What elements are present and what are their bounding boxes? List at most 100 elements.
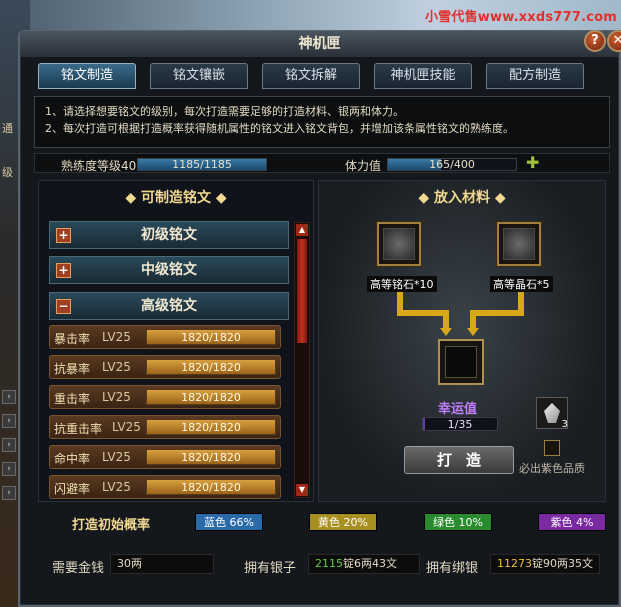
category-basic[interactable]: + 初级铭文	[49, 221, 289, 249]
edge-arrow-button[interactable]: ›	[2, 414, 16, 428]
recipe-name: 重击率	[54, 392, 91, 406]
proficiency-label: 熟练度等级40	[61, 159, 137, 173]
recipe-level: LV25	[102, 330, 131, 344]
recipe-progress-text: 1820/1820	[181, 331, 241, 344]
recipe-progress-text: 1820/1820	[181, 421, 241, 434]
stamina-label: 体力值	[345, 159, 382, 173]
tab-inscription-dismantle[interactable]: 铭文拆解	[262, 63, 360, 89]
luck-text: 1/35	[447, 418, 473, 431]
bound-silver-label: 拥有绑银	[426, 561, 479, 576]
recipe-name: 暴击率	[54, 332, 91, 346]
recipe-name: 命中率	[54, 452, 91, 466]
recipe-level: LV25	[102, 450, 131, 464]
rate-yellow: 黄色 20%	[309, 513, 377, 531]
stamina-progress: 165/400	[387, 158, 517, 171]
help-button[interactable]: ?	[584, 30, 606, 52]
bound-silver-value: 11273锭90两35文	[490, 554, 600, 574]
window-title: 神机匣	[20, 31, 619, 57]
arrow-head-icon	[440, 328, 452, 336]
silver-label: 拥有银子	[244, 561, 297, 576]
category-label: 初级铭文	[141, 227, 197, 243]
crystal-count: 3	[561, 419, 568, 430]
edge-arrow-button[interactable]: ›	[2, 390, 16, 404]
craft-button[interactable]: 打造	[404, 446, 514, 474]
recipe-row[interactable]: 闪避率 LV25 1820/1820	[49, 475, 281, 499]
recipe-progress-text: 1820/1820	[181, 391, 241, 404]
category-advanced[interactable]: − 高级铭文	[49, 292, 289, 320]
arrow-head-icon	[467, 328, 479, 336]
luck-progress: 1/35	[422, 417, 498, 431]
flow-arrow	[470, 310, 524, 316]
collapse-minus-icon[interactable]: −	[56, 299, 71, 314]
material-slot-2[interactable]	[497, 222, 541, 266]
footer-bar: 需要金钱 30两 拥有银子 2115锭6两43文 拥有绑银 11273锭90两3…	[20, 548, 619, 578]
guarantee-purple-checkbox[interactable]	[544, 440, 560, 456]
recipe-progress: 1820/1820	[146, 449, 276, 465]
proficiency-text: 1185/1185	[172, 158, 232, 171]
luck-title: 幸运值	[438, 402, 478, 417]
watermark: 小雪代售www.xxds777.com	[424, 10, 617, 25]
scroll-thumb[interactable]	[297, 239, 307, 343]
scroll-down-icon[interactable]: ▼	[296, 484, 308, 496]
silver-value: 2115锭6两43文	[308, 554, 420, 574]
rate-row: 打造初始概率 蓝色 66% 黄色 20% 绿色 10% 紫色 4%	[38, 510, 610, 534]
recipe-progress-text: 1820/1820	[181, 481, 241, 494]
recipe-level: LV25	[112, 420, 141, 434]
recipe-progress: 1820/1820	[146, 329, 276, 345]
instruction-line: 2、每次打造可根据打造概率获得随机属性的铭文进入铭文背包，并增加该条属性铭文的熟…	[45, 122, 514, 135]
recipe-name: 闪避率	[54, 482, 91, 496]
instruction-line: 1、请选择想要铭文的级别，每次打造需要足够的打造材料、银两和体力。	[45, 105, 404, 118]
proficiency-progress: 1185/1185	[137, 158, 267, 171]
craftable-title: ◆ 可制造铭文 ◆	[125, 190, 227, 206]
recipe-level: LV25	[102, 360, 131, 374]
flow-arrow	[443, 310, 449, 330]
recipe-scrollbar[interactable]: ▲ ▼	[294, 222, 310, 498]
crystal-stone-icon	[503, 228, 535, 260]
recipe-name: 抗暴率	[54, 362, 91, 376]
instructions-box: 1、请选择想要铭文的级别，每次打造需要足够的打造材料、银两和体力。 2、每次打造…	[34, 96, 610, 148]
left-edge-text: 通	[2, 122, 13, 135]
flow-arrow	[397, 310, 447, 316]
recipe-level: LV25	[102, 390, 131, 404]
edge-arrow-button[interactable]: ›	[2, 462, 16, 476]
tab-inscription-inlay[interactable]: 铭文镶嵌	[150, 63, 248, 89]
category-intermediate[interactable]: + 中级铭文	[49, 256, 289, 284]
rate-label: 打造初始概率	[72, 518, 151, 533]
stamina-text: 165/400	[429, 158, 475, 171]
rate-green: 绿色 10%	[424, 513, 492, 531]
money-required-value: 30两	[110, 554, 214, 574]
recipe-progress-text: 1820/1820	[181, 451, 241, 464]
material-2-label: 高等晶石*5	[490, 276, 553, 292]
add-stamina-plus-icon[interactable]: ✚	[526, 155, 539, 171]
expand-plus-icon[interactable]: +	[56, 228, 71, 243]
edge-arrow-button[interactable]: ›	[2, 486, 16, 500]
craftable-panel: ◆ 可制造铭文 ◆ + 初级铭文 + 中级铭文 − 高级铭文 暴击率 LV25 …	[38, 180, 314, 502]
tab-recipe-craft[interactable]: 配方制造	[486, 63, 584, 89]
recipe-row[interactable]: 抗重击率 LV25 1820/1820	[49, 415, 281, 439]
expand-plus-icon[interactable]: +	[56, 263, 71, 278]
recipe-row[interactable]: 暴击率 LV25 1820/1820	[49, 325, 281, 349]
recipe-progress: 1820/1820	[146, 389, 276, 405]
scroll-up-icon[interactable]: ▲	[296, 224, 308, 236]
category-label: 中级铭文	[141, 262, 197, 278]
recipe-progress-text: 1820/1820	[181, 361, 241, 374]
crystal-icon	[544, 403, 560, 423]
flow-arrow	[470, 310, 476, 330]
recipe-row[interactable]: 重击率 LV25 1820/1820	[49, 385, 281, 409]
material-slot-1[interactable]	[377, 222, 421, 266]
edge-arrow-button[interactable]: ›	[2, 438, 16, 452]
left-edge-text: 级	[2, 166, 13, 179]
result-slot[interactable]	[438, 339, 484, 385]
recipe-progress: 1820/1820	[146, 359, 276, 375]
material-1-label: 高等铭石*10	[367, 276, 437, 292]
tab-machine-skill[interactable]: 神机匣技能	[374, 63, 472, 89]
recipe-level: LV25	[102, 480, 131, 494]
purple-crystal-slot[interactable]: 3	[536, 397, 568, 430]
tab-inscription-craft[interactable]: 铭文制造	[38, 63, 136, 89]
recipe-name: 抗重击率	[54, 422, 103, 436]
rate-purple: 紫色 4%	[538, 513, 606, 531]
stats-bar: 熟练度等级40 1185/1185 体力值 165/400	[34, 153, 610, 173]
recipe-row[interactable]: 命中率 LV25 1820/1820	[49, 445, 281, 469]
recipe-row[interactable]: 抗暴率 LV25 1820/1820	[49, 355, 281, 379]
rate-blue: 蓝色 66%	[195, 513, 263, 531]
